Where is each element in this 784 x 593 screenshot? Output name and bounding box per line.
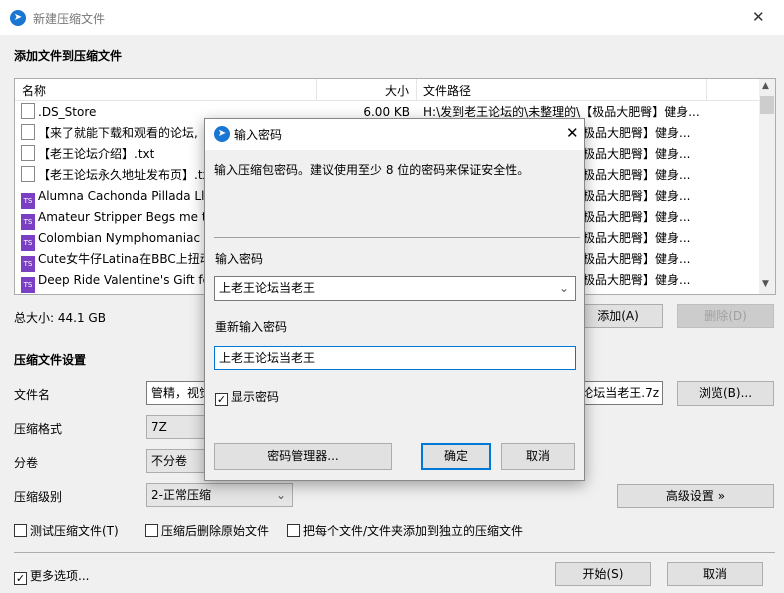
filename-value-left: 管精，视觉: [151, 386, 212, 400]
app-logo-icon: ➤: [10, 10, 26, 26]
file-path: 【极品大肥臀】健身...: [571, 126, 691, 140]
more-options-checkbox[interactable]: ✓ 更多选项...: [14, 567, 89, 585]
level-label: 压缩级别: [14, 490, 63, 504]
title-bar: ➤ 新建压缩文件 ✕: [0, 0, 784, 35]
ok-button[interactable]: 确定: [421, 443, 491, 470]
document-file-icon: [21, 145, 35, 161]
level-value: 2-正常压缩: [151, 488, 211, 502]
password-dialog: ➤ 输入密码 ✕ 输入压缩包密码。建议使用至少 8 位的密码来保证安全性。 输入…: [204, 118, 585, 481]
file-name: Alumna Cachonda Pillada Lle: [38, 189, 212, 203]
total-size: 总大小: 44.1 GB: [14, 311, 106, 325]
window-close-button[interactable]: ✕: [752, 8, 765, 26]
filename-label: 文件名: [14, 388, 51, 402]
scrollbar[interactable]: ▲ ▼: [759, 79, 775, 294]
column-path[interactable]: 文件路径: [423, 82, 471, 99]
file-name: Cute女牛仔Latina在BBC上扭动: [38, 252, 212, 266]
column-name[interactable]: 名称: [22, 82, 46, 99]
password-label: 输入密码: [215, 252, 264, 266]
repeat-password-label: 重新输入密码: [215, 320, 288, 334]
video-file-icon: TS: [21, 277, 35, 293]
filename-value-right: 论坛当老王.7z: [581, 386, 659, 400]
document-file-icon: [21, 103, 35, 119]
settings-title: 压缩文件设置: [14, 353, 87, 367]
file-path: 【极品大肥臀】健身...: [571, 252, 691, 266]
format-label: 压缩格式: [14, 422, 63, 436]
list-header: 名称 大小 文件路径: [15, 79, 759, 101]
chevron-down-icon: ⌄: [275, 488, 286, 502]
file-path: 【极品大肥臀】健身...: [571, 273, 691, 287]
add-section-title: 添加文件到压缩文件: [14, 49, 123, 63]
dialog-title: 输入密码: [234, 128, 283, 142]
file-path: 【极品大肥臀】健身...: [571, 189, 691, 203]
file-path: 【极品大肥臀】健身...: [571, 231, 691, 245]
advanced-settings-button[interactable]: 高级设置 »: [617, 484, 774, 508]
cancel-button[interactable]: 取消: [667, 562, 763, 586]
password-input[interactable]: 上老王论坛当老王 ⌄: [214, 276, 576, 301]
document-file-icon: [21, 124, 35, 140]
file-name: 【来了就能下载和观看的论坛,: [38, 126, 198, 140]
dialog-title-bar: ➤ 输入密码 ✕: [205, 119, 584, 150]
file-name: 【老王论坛永久地址发布页】.txt: [38, 168, 215, 182]
file-path: 【极品大肥臀】健身...: [571, 210, 691, 224]
scrollbar-thumb[interactable]: [760, 96, 774, 114]
test-checkbox[interactable]: 测试压缩文件(T): [14, 522, 119, 539]
file-path: 【极品大肥臀】健身...: [571, 147, 691, 161]
start-button[interactable]: 开始(S): [555, 562, 651, 586]
chevron-down-icon: ⌄: [558, 281, 569, 295]
file-name: Colombian Nymphomaniac i: [38, 231, 208, 245]
document-file-icon: [21, 166, 35, 182]
delete-button[interactable]: 删除(D): [677, 304, 774, 328]
password-manager-button[interactable]: 密码管理器...: [214, 443, 392, 470]
dialog-cancel-button[interactable]: 取消: [501, 443, 575, 470]
window-title: 新建压缩文件: [33, 12, 106, 26]
file-name: .DS_Store: [38, 105, 97, 119]
repeat-password-input[interactable]: 上老王论坛当老王: [214, 346, 576, 370]
file-path: 【极品大肥臀】健身...: [571, 168, 691, 182]
file-name: Deep Ride Valentine's Gift fo: [38, 273, 211, 287]
split-label: 分卷: [14, 456, 39, 470]
column-size[interactable]: 大小: [385, 82, 409, 99]
show-password-checkbox[interactable]: ✓ 显示密码: [215, 388, 279, 406]
delete-after-checkbox[interactable]: 压缩后删除原始文件: [145, 522, 269, 539]
dialog-hint: 输入压缩包密码。建议使用至少 8 位的密码来保证安全性。: [214, 163, 530, 177]
add-button[interactable]: 添加(A): [573, 304, 663, 328]
file-name: 【老王论坛介绍】.txt: [38, 147, 155, 161]
app-logo-icon: ➤: [214, 126, 230, 142]
separate-archives-checkbox[interactable]: 把每个文件/文件夹添加到独立的压缩文件: [287, 522, 523, 539]
dialog-close-button[interactable]: ✕: [566, 124, 579, 142]
level-select[interactable]: 2-正常压缩 ⌄: [146, 483, 293, 507]
file-name: Amateur Stripper Begs me to: [38, 210, 214, 224]
browse-button[interactable]: 浏览(B)...: [677, 381, 774, 406]
